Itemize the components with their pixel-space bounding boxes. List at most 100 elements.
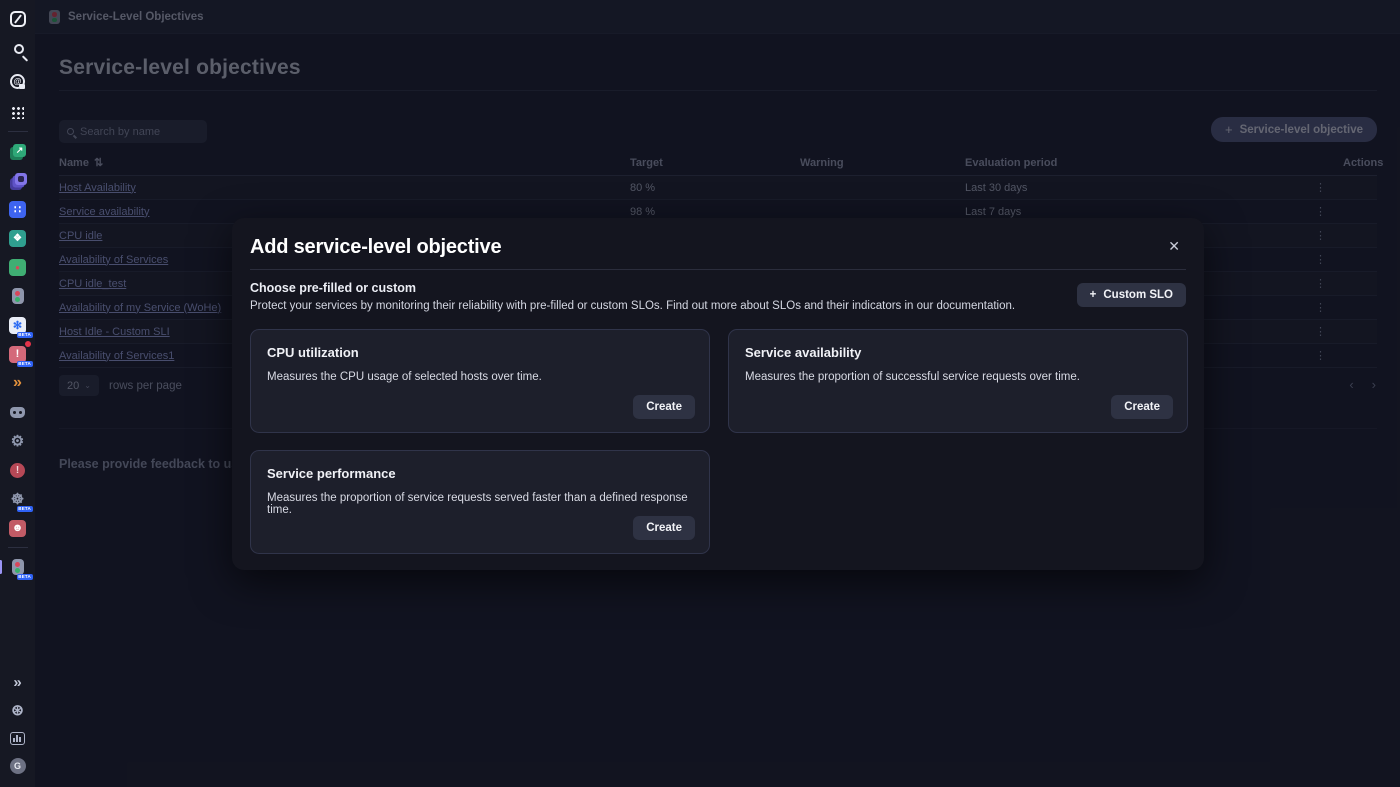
slo-name-link[interactable]: Host Idle - Custom SLI bbox=[59, 326, 170, 338]
apps-grid-icon bbox=[11, 106, 24, 119]
pagination: ‹ › bbox=[1349, 377, 1376, 392]
apps-icon[interactable]: ∷ bbox=[7, 198, 29, 220]
slo-name-link[interactable]: CPU idle bbox=[59, 230, 102, 242]
add-slo-modal: Add service-level objective ✕ Choose pre… bbox=[232, 218, 1204, 570]
notification-dot bbox=[25, 341, 31, 347]
add-slo-button[interactable]: + Service-level objective bbox=[1211, 117, 1377, 142]
services-icon bbox=[12, 288, 24, 304]
row-actions-kebab-icon[interactable]: ⋮ bbox=[1255, 277, 1377, 290]
rows-per-page-value: 20 bbox=[67, 380, 79, 392]
help-icon: ⊛ bbox=[11, 701, 24, 719]
globe-settings-icon[interactable]: ☸BETA bbox=[7, 488, 29, 510]
kubernetes-icon: ● bbox=[9, 259, 26, 276]
column-header-target: Target bbox=[630, 157, 800, 169]
slo-name-link[interactable]: CPU idle_test bbox=[59, 278, 126, 290]
active-indicator bbox=[0, 560, 2, 574]
session-replay-icon[interactable]: ☻ bbox=[7, 517, 29, 539]
create-button[interactable]: Create bbox=[633, 516, 695, 540]
clouds-icon[interactable] bbox=[7, 169, 29, 191]
problems-icon: ! bbox=[10, 463, 25, 478]
slo-app-icon[interactable]: BETA bbox=[7, 556, 29, 578]
create-button[interactable]: Create bbox=[633, 395, 695, 419]
settings-icon[interactable]: ⚙ bbox=[7, 430, 29, 452]
evaluation-period-value: Last 30 days bbox=[965, 182, 1255, 194]
problems-app-icon[interactable]: !BETA bbox=[7, 343, 29, 365]
custom-slo-button-label: Custom SLO bbox=[1103, 289, 1173, 301]
dashboards-icon[interactable]: ↗ bbox=[7, 140, 29, 162]
dynatrace-logo-icon bbox=[10, 11, 26, 27]
slo-name-link[interactable]: Service availability bbox=[59, 206, 149, 218]
apps-grid-icon[interactable] bbox=[7, 101, 29, 123]
search-icon bbox=[67, 128, 74, 135]
table-row: Host Availability 80 % Last 30 days⋮ bbox=[59, 176, 1377, 200]
search-input[interactable] bbox=[80, 126, 190, 138]
card-description: Measures the proportion of successful se… bbox=[745, 371, 1171, 383]
rows-per-page-select[interactable]: 20 ⌄ bbox=[59, 375, 99, 396]
slo-name-link[interactable]: Availability of my Service (WoHe) bbox=[59, 302, 221, 314]
column-header-name[interactable]: Name⇅ bbox=[59, 156, 630, 169]
dashboards-icon: ↗ bbox=[13, 144, 26, 157]
slo-template-card: Service performance Measures the proporti… bbox=[250, 450, 710, 554]
next-page-icon[interactable]: › bbox=[1372, 377, 1376, 392]
target-value: 80 % bbox=[630, 182, 800, 194]
releases-chart-icon bbox=[10, 732, 25, 745]
expand-sidebar-icon[interactable]: » bbox=[7, 671, 29, 693]
infrastructure-icon[interactable]: ❖ bbox=[7, 227, 29, 249]
app-header-title: Service-Level Objectives bbox=[68, 11, 204, 23]
slo-name-link[interactable]: Availability of Services bbox=[59, 254, 168, 266]
row-actions-kebab-icon[interactable]: ⋮ bbox=[1255, 349, 1377, 362]
help-icon[interactable]: ⊛ bbox=[7, 699, 29, 721]
row-actions-kebab-icon[interactable]: ⋮ bbox=[1255, 181, 1377, 194]
create-button[interactable]: Create bbox=[1111, 395, 1173, 419]
column-header-actions: Actions bbox=[1255, 157, 1383, 169]
apps-icon: ∷ bbox=[9, 201, 26, 218]
account-icon: @ bbox=[10, 74, 25, 89]
column-header-warning: Warning bbox=[800, 157, 965, 169]
rows-per-page-row: 20 ⌄ rows per page bbox=[59, 375, 182, 396]
card-title: Service availability bbox=[745, 345, 1171, 360]
dynatrace-logo-icon[interactable] bbox=[7, 8, 29, 30]
slo-template-card: CPU utilizationMeasures the CPU usage of… bbox=[250, 329, 710, 433]
row-actions-kebab-icon[interactable]: ⋮ bbox=[1255, 325, 1377, 338]
problems-icon[interactable]: ! bbox=[7, 459, 29, 481]
slo-app-icon bbox=[12, 559, 24, 575]
row-actions-kebab-icon[interactable]: ⋮ bbox=[1255, 253, 1377, 266]
services-icon[interactable] bbox=[7, 285, 29, 307]
user-avatar: G bbox=[10, 758, 26, 774]
slo-template-card: Service availability Measures the proport… bbox=[728, 329, 1188, 433]
card-description: Measures the proportion of service reque… bbox=[267, 492, 693, 516]
beta-badge: BETA bbox=[17, 574, 33, 581]
workflows-icon[interactable]: » bbox=[7, 372, 29, 394]
table-header-row: Name⇅ Target Warning Evaluation period A… bbox=[59, 150, 1377, 176]
row-actions-kebab-icon[interactable]: ⋮ bbox=[1255, 205, 1377, 218]
evaluation-period-value: Last 7 days bbox=[965, 206, 1255, 218]
custom-slo-button[interactable]: + Custom SLO bbox=[1077, 283, 1186, 307]
snowflake-app-icon[interactable]: ✻BETA bbox=[7, 314, 29, 336]
card-title: Service performance bbox=[267, 466, 693, 481]
kubernetes-icon[interactable]: ● bbox=[7, 256, 29, 278]
close-icon[interactable]: ✕ bbox=[1162, 234, 1186, 259]
davis-assistant-icon bbox=[10, 407, 25, 418]
search-box[interactable] bbox=[59, 120, 207, 143]
account-icon[interactable]: @ bbox=[7, 70, 29, 92]
previous-page-icon[interactable]: ‹ bbox=[1349, 377, 1353, 392]
sort-icon: ⇅ bbox=[94, 157, 103, 169]
expand-sidebar-icon: » bbox=[13, 674, 21, 691]
column-header-period: Evaluation period bbox=[965, 157, 1255, 169]
session-replay-icon: ☻ bbox=[9, 520, 26, 537]
user-avatar[interactable]: G bbox=[7, 755, 29, 777]
sidebar-divider bbox=[8, 131, 28, 132]
row-actions-kebab-icon[interactable]: ⋮ bbox=[1255, 229, 1377, 242]
modal-section-text: Choose pre-filled or custom Protect your… bbox=[250, 281, 1015, 312]
section-description: Protect your services by monitoring thei… bbox=[250, 300, 1015, 312]
infrastructure-icon: ❖ bbox=[9, 230, 26, 247]
slo-name-link[interactable]: Host Availability bbox=[59, 182, 136, 194]
releases-chart-icon[interactable] bbox=[7, 727, 29, 749]
slo-app-icon bbox=[49, 10, 60, 24]
card-title: CPU utilization bbox=[267, 345, 693, 360]
slo-name-link[interactable]: Availability of Services1 bbox=[59, 350, 174, 362]
sidebar-divider bbox=[8, 547, 28, 548]
row-actions-kebab-icon[interactable]: ⋮ bbox=[1255, 301, 1377, 314]
davis-assistant-icon[interactable] bbox=[7, 401, 29, 423]
search-icon[interactable] bbox=[7, 39, 29, 61]
